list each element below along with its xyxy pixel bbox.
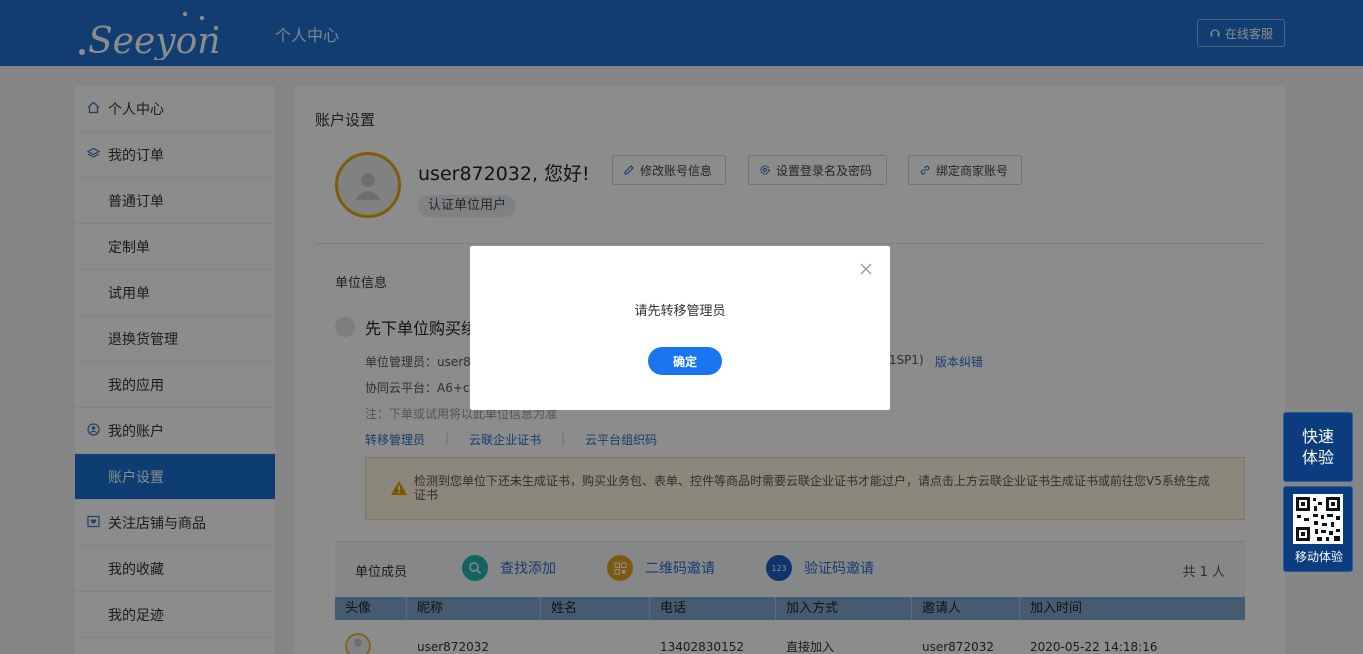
alert-dialog: 请先转移管理员 确定 (470, 246, 890, 410)
quick-label-line-2: 体验 (1301, 448, 1334, 467)
quick-label-line-1: 快速 (1301, 427, 1334, 446)
mobile-experience-widget[interactable]: 移动体验 (1283, 486, 1353, 572)
dialog-message: 请先转移管理员 (634, 304, 726, 319)
mobile-experience-label: 移动体验 (1294, 550, 1343, 564)
close-icon[interactable] (859, 263, 873, 277)
qrcode-icon (1293, 494, 1343, 544)
confirm-button[interactable]: 确定 (648, 347, 722, 375)
quick-experience-button[interactable]: 快速 体验 (1283, 412, 1353, 482)
